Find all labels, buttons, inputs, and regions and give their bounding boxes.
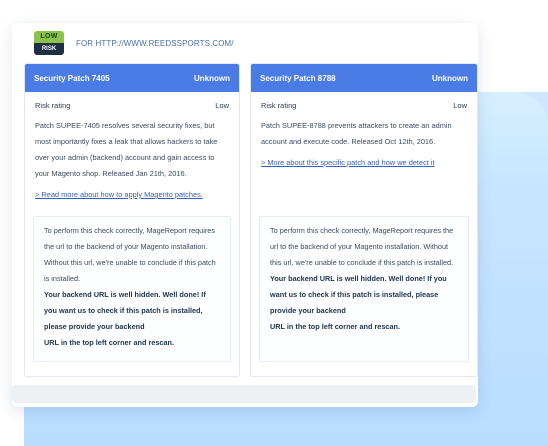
patch-card-8788: Security Patch 8788 Unknown Risk rating … xyxy=(250,63,478,377)
risk-rating-label: Risk rating xyxy=(261,101,297,110)
patch-description: Patch SUPEE-8788 prevents attackers to c… xyxy=(261,121,452,146)
patch-status: Unknown xyxy=(432,73,468,83)
site-url: FOR HTTP://WWW.REEDSSPORTS.COM/ xyxy=(76,38,234,48)
note-bold-text-end: URL in the top left corner and rescan. xyxy=(44,338,175,347)
note-text: To perform this check correctly, MageRep… xyxy=(270,226,454,267)
note-bold-text: Your backend URL is well hidden. Well do… xyxy=(270,274,447,315)
note-bold-text-end: URL in the top left corner and rescan. xyxy=(270,322,401,331)
patch-status: Unknown xyxy=(194,73,230,83)
risk-rating-value: Low xyxy=(215,101,229,110)
note-bold-text: Your backend URL is well hidden. Well do… xyxy=(44,290,206,331)
risk-rating-row: Risk rating Low xyxy=(251,92,477,110)
patch-card-7405: Security Patch 7405 Unknown Risk rating … xyxy=(24,63,240,377)
risk-badge-label: RISK xyxy=(34,43,64,55)
patch-card-header: Security Patch 7405 Unknown xyxy=(25,64,239,92)
backend-url-note: To perform this check correctly, MageRep… xyxy=(33,216,231,362)
read-more-link[interactable]: > More about this specific patch and how… xyxy=(251,150,477,170)
risk-rating-label: Risk rating xyxy=(35,101,71,110)
patch-description: Patch SUPEE-7405 resolves several securi… xyxy=(35,121,218,178)
patch-title: Security Patch 7405 xyxy=(34,73,110,83)
read-more-link[interactable]: > Read more about how to apply Magento p… xyxy=(25,182,239,202)
patch-card-header: Security Patch 8788 Unknown xyxy=(251,64,477,92)
backend-url-note: To perform this check correctly, MageRep… xyxy=(259,216,469,362)
risk-badge-level: LOW xyxy=(34,31,64,43)
report-header: LOW RISK FOR HTTP://WWW.REEDSSPORTS.COM/ xyxy=(34,31,234,55)
report-window: LOW RISK FOR HTTP://WWW.REEDSSPORTS.COM/… xyxy=(12,23,478,407)
risk-badge: LOW RISK xyxy=(34,31,64,55)
note-text: To perform this check correctly, MageRep… xyxy=(44,226,216,283)
footer-bar xyxy=(12,385,476,403)
risk-rating-value: Low xyxy=(453,101,467,110)
risk-rating-row: Risk rating Low xyxy=(25,92,239,110)
patch-title: Security Patch 8788 xyxy=(260,73,336,83)
